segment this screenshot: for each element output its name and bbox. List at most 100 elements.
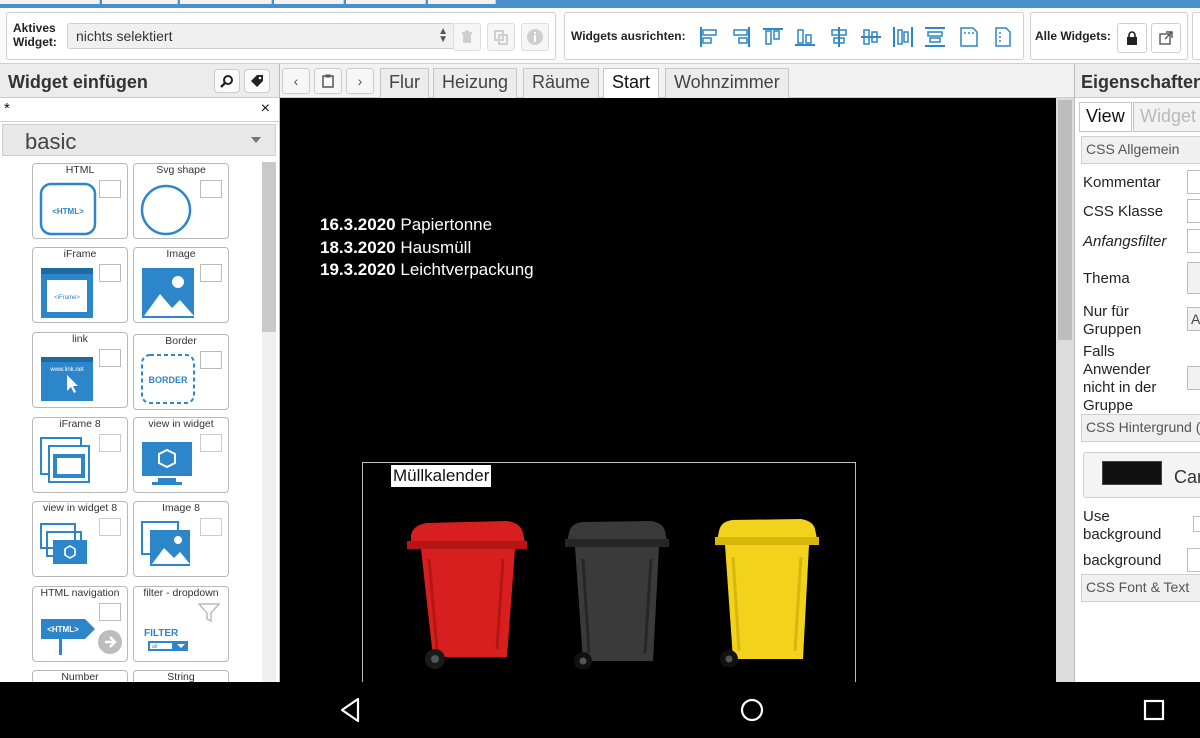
tab-wohnzimmer[interactable]: Wohnzimmer (665, 68, 789, 98)
same-height-icon[interactable] (991, 25, 1015, 49)
editor-toolbar: Aktives Widget: nichts selektiert ▲ ▼ Wid… (0, 8, 1200, 64)
canvas-background-button[interactable]: Car (1083, 452, 1200, 498)
tab-raeume[interactable]: Räume (523, 68, 600, 98)
widget-list-scrollbar[interactable] (262, 162, 276, 682)
widget-tile-link[interactable]: link www.link.net (32, 332, 128, 408)
widget-tile-label: HTML navigation (40, 587, 120, 599)
filter-dropdown-icon: FILTER all (144, 628, 188, 651)
widget-tile-html[interactable]: HTML <HTML> (32, 163, 128, 239)
widget-tile-image[interactable]: Image (133, 247, 229, 323)
use-background-checkbox[interactable] (1193, 516, 1200, 532)
widget-list-scroll-thumb[interactable] (262, 162, 276, 332)
css-general-section[interactable]: CSS Allgemein (1081, 136, 1200, 164)
align-bottom-icon[interactable] (793, 25, 817, 49)
start-filter-input[interactable] (1187, 229, 1200, 253)
css-background-section[interactable]: CSS Hintergrund (b (1081, 414, 1200, 442)
background-label: background (1083, 552, 1162, 569)
widget-tile-border[interactable]: Border BORDER (133, 334, 229, 410)
widget-tile-html-navigation[interactable]: HTML navigation <HTML> (32, 586, 128, 662)
garbage-dates-list[interactable]: 16.3.2020 Papiertonne 18.3.2020 Hausmüll… (320, 214, 534, 282)
tab-start[interactable]: Start (603, 68, 660, 99)
hidden-tab[interactable] (0, 0, 100, 4)
widget-tile-label: filter - dropdown (143, 587, 219, 599)
widget-tile-label: view in widget (148, 418, 214, 430)
muellkalender-widget[interactable]: Müllkalender (362, 462, 856, 682)
all-widgets-group: Alle Widgets: (1030, 12, 1188, 60)
yellow-bin-icon (715, 519, 819, 667)
lock-icon (1127, 31, 1137, 45)
prev-view-button[interactable]: ‹ (282, 68, 310, 94)
html-widget-icon: <HTML> (39, 182, 97, 236)
copy-icon (494, 30, 508, 45)
view-clipboard-button[interactable] (314, 68, 342, 94)
search-widget-button[interactable] (214, 69, 240, 93)
widget-category-select[interactable]: basic (2, 124, 276, 156)
top-accent-stripe (0, 0, 1200, 8)
widget-tile-iframe-8[interactable]: iFrame 8 (32, 417, 128, 493)
widget-tile-string[interactable]: String (133, 670, 229, 682)
use-background-label: Use background (1083, 508, 1162, 543)
tag-filter-button[interactable] (244, 69, 270, 93)
tab-view[interactable]: View (1079, 102, 1132, 132)
comment-input[interactable] (1187, 170, 1200, 194)
widget-tile-label: Number (61, 671, 99, 682)
red-bin-icon (407, 521, 527, 669)
if-user-not-in-group-select[interactable] (1187, 366, 1200, 390)
external-link-icon (1159, 31, 1173, 45)
canvas-scroll-thumb[interactable] (1058, 100, 1072, 340)
hidden-tab[interactable] (180, 0, 272, 4)
widget-insert-title: Widget einfügen (8, 72, 148, 92)
garbage-date-entry: 19.3.2020 Leichtverpackung (320, 260, 534, 279)
recent-apps-icon[interactable] (1138, 694, 1170, 726)
open-external-button[interactable] (1151, 23, 1181, 53)
back-icon[interactable] (334, 694, 366, 726)
tab-flur[interactable]: Flur (380, 68, 429, 98)
distribute-horizontal-icon[interactable] (891, 25, 915, 49)
widget-tile-svg-shape[interactable]: Svg shape (133, 163, 229, 239)
same-width-icon[interactable] (957, 25, 981, 49)
theme-select[interactable] (1187, 262, 1200, 294)
iframe-widget-icon: <iFrame> (41, 268, 93, 318)
align-left-icon[interactable] (697, 25, 721, 49)
widget-tile-label: Image 8 (162, 502, 200, 514)
widget-tile-view-in-widget-8[interactable]: view in widget 8 (32, 501, 128, 577)
widget-tile-filter-dropdown[interactable]: filter - dropdown FILTER all (133, 586, 229, 662)
active-widget-select[interactable]: nichts selektiert ▲ ▼ (67, 23, 455, 49)
monitor-placeholder-icon (200, 434, 222, 452)
align-center-horizontal-icon[interactable] (859, 25, 883, 49)
css-font-section[interactable]: CSS Font & Text (1081, 574, 1200, 602)
widget-category-label: basic (25, 129, 77, 154)
chevron-down-icon (251, 137, 261, 143)
hidden-tab[interactable] (274, 0, 344, 4)
groups-only-select[interactable]: A (1187, 307, 1200, 331)
hidden-tab[interactable] (102, 0, 178, 4)
css-class-input[interactable] (1187, 199, 1200, 223)
canvas-scrollbar[interactable] (1056, 98, 1074, 682)
align-center-vertical-icon[interactable] (827, 25, 851, 49)
hidden-tab[interactable] (428, 0, 496, 4)
align-top-icon[interactable] (761, 25, 785, 49)
hidden-tab[interactable] (346, 0, 426, 4)
widget-insert-panel: Widget einfügen * × basic HTML <HTML> Sv… (0, 64, 280, 682)
widget-info-button[interactable] (521, 23, 549, 51)
background-input[interactable] (1187, 548, 1200, 572)
tab-heizung[interactable]: Heizung (433, 68, 518, 98)
lock-all-button[interactable] (1117, 23, 1147, 53)
delete-widget-button[interactable] (453, 23, 481, 51)
widget-tile-number[interactable]: Number (32, 670, 128, 682)
widget-filter-input[interactable]: * (4, 100, 10, 117)
next-view-button[interactable]: › (346, 68, 374, 94)
svg-text:BORDER: BORDER (148, 375, 188, 385)
widget-tile-view-in-widget[interactable]: view in widget (133, 417, 229, 493)
widget-tile-image-8[interactable]: Image 8 (133, 501, 229, 577)
home-icon[interactable] (736, 694, 768, 726)
tab-widget[interactable]: Widget (1133, 102, 1200, 132)
copy-widget-button[interactable] (487, 23, 515, 51)
view-canvas[interactable]: 16.3.2020 Papiertonne 18.3.2020 Hausmüll… (280, 98, 1056, 682)
distribute-vertical-icon[interactable] (923, 25, 947, 49)
properties-panel: Eigenschaften View Widget CSS Allgemein … (1074, 64, 1200, 682)
align-right-icon[interactable] (729, 25, 753, 49)
widget-tile-iframe[interactable]: iFrame <iFrame> (32, 247, 128, 323)
clear-filter-icon[interactable]: × (261, 100, 270, 118)
arrow-right-circle-icon (98, 630, 122, 654)
